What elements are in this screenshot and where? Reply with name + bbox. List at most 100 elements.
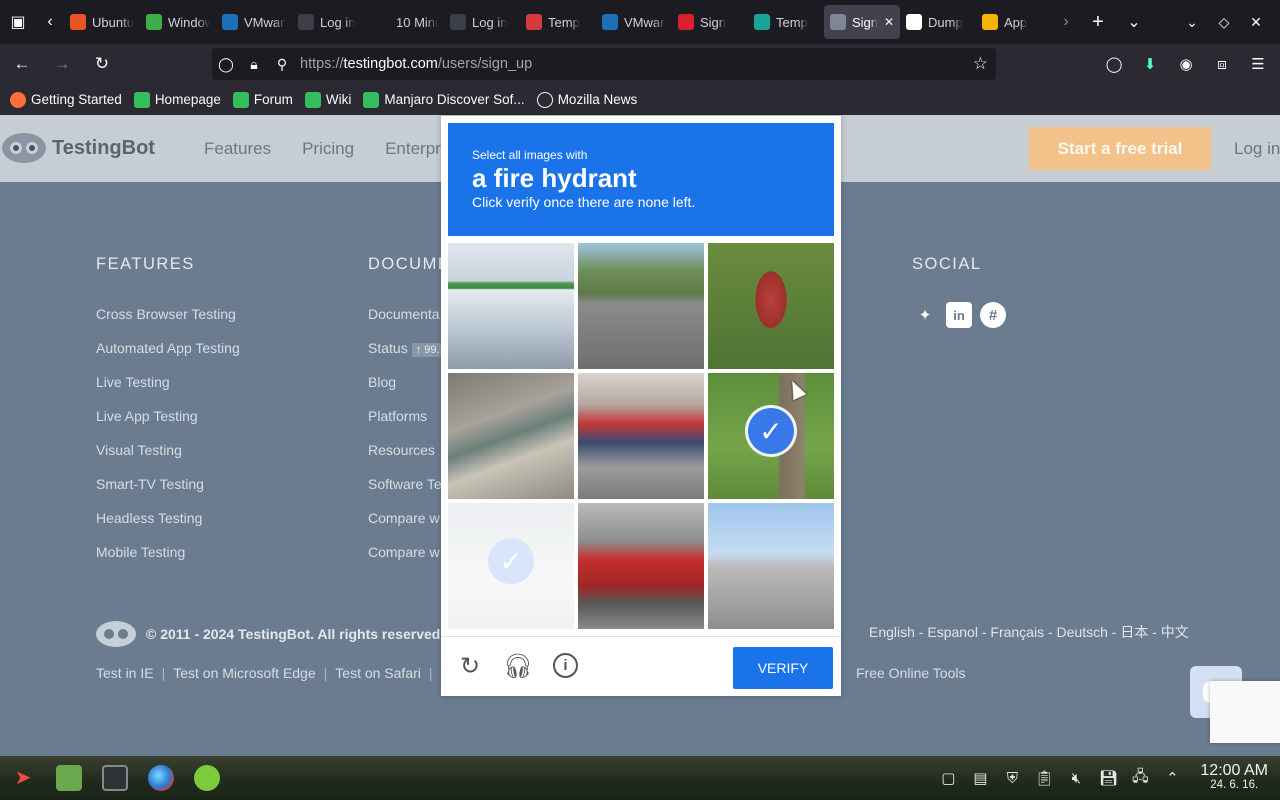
footer-link[interactable]: Mobile Testing (96, 544, 240, 578)
tray-expand-icon[interactable]: ⌃ (1162, 769, 1182, 787)
taskbar-browser[interactable] (138, 756, 184, 800)
downloads-icon[interactable]: ⬇ (1136, 55, 1164, 73)
nav-features[interactable]: Features (204, 139, 271, 159)
save-icon[interactable]: 💾︎ (1098, 769, 1118, 787)
captcha-tile-hydrant-tree[interactable]: ✓ (708, 373, 834, 499)
minimize-icon[interactable]: ⌄ (1178, 14, 1206, 31)
bookmark-star-icon[interactable]: ☆ (973, 54, 988, 74)
footer-link[interactable]: Compare w (368, 510, 450, 544)
browser-tab[interactable]: Log in (292, 5, 368, 39)
footer-link[interactable]: Software Te (368, 476, 450, 510)
browser-tab[interactable]: Temp (520, 5, 596, 39)
tab-overview-icon[interactable]: ▣ (0, 0, 36, 44)
captcha-tile-highway[interactable] (708, 503, 834, 629)
account-icon[interactable]: ◉ (1172, 55, 1200, 73)
browser-tab[interactable]: Dump (900, 5, 976, 39)
login-link[interactable]: Log in (1234, 139, 1280, 159)
scroll-tabs-right-icon[interactable]: › (1052, 0, 1080, 44)
footer-link[interactable]: Headless Testing (96, 510, 240, 544)
browser-tab[interactable]: Windows (140, 5, 216, 39)
browser-tab[interactable]: Temp (748, 5, 824, 39)
footer-bottom-link[interactable]: Test in IE (96, 665, 154, 681)
browser-tab[interactable]: VMware (596, 5, 672, 39)
footer-link[interactable]: Compare w (368, 544, 450, 578)
list-all-tabs-icon[interactable]: ⌄ (1116, 0, 1152, 44)
footer-link[interactable]: Automated App Testing (96, 340, 240, 374)
shield-icon[interactable]: ⛨ (1002, 770, 1022, 787)
forward-button[interactable]: → (44, 44, 80, 84)
footer-bottom-link[interactable]: Test on Microsoft Edge (173, 665, 315, 681)
free-online-tools-link[interactable]: Free Online Tools (856, 665, 965, 681)
permissions-key-icon[interactable]: ⚲ (268, 56, 296, 73)
captcha-tile-people-bicycle[interactable] (578, 373, 704, 499)
volume-muted-icon[interactable]: 🔇︎ (1066, 770, 1086, 787)
bookmark-item[interactable]: Wiki (304, 91, 351, 108)
footer-link[interactable]: Cross Browser Testing (96, 306, 240, 340)
footer-link[interactable]: Smart-TV Testing (96, 476, 240, 510)
browser-tab[interactable]: Log in (444, 5, 520, 39)
show-desktop-icon[interactable]: ▢ (938, 769, 958, 787)
browser-tab[interactable]: VMware (216, 5, 292, 39)
footer-link[interactable]: Resources (368, 442, 450, 476)
new-tab-button[interactable]: + (1080, 0, 1116, 44)
slack-icon[interactable]: # (980, 302, 1006, 328)
clock[interactable]: 12:00 AM 24. 6. 16. (1200, 763, 1268, 793)
footer-link[interactable]: Status ↑ 99. (368, 340, 450, 374)
lock-icon[interactable]: 🔒︎ (240, 56, 268, 73)
audio-challenge-icon[interactable]: 🎧︎ (503, 653, 533, 680)
display-icon[interactable]: ▤ (970, 769, 990, 787)
url-bar[interactable]: ◯ 🔒︎ ⚲ https://testingbot.com/users/sign… (212, 48, 996, 80)
app-launcher-button[interactable]: ➤ (0, 756, 46, 800)
language-links[interactable]: English - Espanol - Français - Deutsch -… (869, 622, 1189, 642)
testingbot-logo[interactable]: TestingBot (2, 133, 155, 163)
reload-button[interactable]: ↻ (84, 44, 120, 84)
twitter-icon[interactable]: ✦ (912, 302, 938, 328)
browser-tab[interactable]: App (976, 5, 1052, 39)
pocket-icon[interactable]: ◯ (1100, 55, 1128, 73)
captcha-tile-balcony[interactable] (448, 373, 574, 499)
nav-enterprise[interactable]: Enterpr (385, 139, 441, 159)
nav-pricing[interactable]: Pricing (302, 139, 354, 159)
tab-bar: ▣ ‹ Ubuntu Windows VMware Log in 10 Minute Lo… (0, 0, 1280, 44)
taskbar-terminal[interactable] (92, 756, 138, 800)
scroll-tabs-left-icon[interactable]: ‹ (36, 0, 64, 44)
bookmark-item[interactable]: Mozilla News (536, 91, 637, 108)
close-tab-icon[interactable]: ✕ (884, 15, 894, 29)
help-info-icon[interactable]: i (553, 653, 578, 678)
captcha-tile-storefront[interactable] (448, 243, 574, 369)
restore-icon[interactable]: ◇ (1210, 14, 1238, 31)
footer-link[interactable]: Live Testing (96, 374, 240, 408)
taskbar-spreadsheet[interactable] (46, 756, 92, 800)
verify-button[interactable]: VERIFY (733, 647, 833, 689)
bookmark-item[interactable]: Getting Started (10, 91, 122, 108)
footer-link[interactable]: Visual Testing (96, 442, 240, 476)
start-free-trial-button[interactable]: Start a free trial (1029, 127, 1211, 170)
captcha-tile-red-rickshaw[interactable] (578, 503, 704, 629)
browser-tab[interactable]: 10 Minute (368, 5, 444, 39)
taskbar-downloader[interactable] (184, 756, 230, 800)
bookmark-item[interactable]: Manjaro Discover Sof... (363, 91, 525, 108)
clipboard-icon[interactable]: 📋︎ (1034, 769, 1054, 787)
back-button[interactable]: ← (4, 44, 40, 84)
footer-link[interactable]: Documenta (368, 306, 450, 340)
url-text[interactable]: https://testingbot.com/users/sign_up (300, 56, 532, 72)
browser-tab[interactable]: Ubuntu (64, 5, 140, 39)
linkedin-icon[interactable]: in (946, 302, 972, 328)
footer-link[interactable]: Platforms (368, 408, 450, 442)
extensions-icon[interactable]: ⧈ (1208, 56, 1236, 73)
captcha-tile-red-hydrant-grass[interactable] (708, 243, 834, 369)
captcha-tile-street-traffic[interactable] (578, 243, 704, 369)
reload-challenge-icon[interactable]: ↻ (457, 653, 483, 680)
footer-link[interactable]: Live App Testing (96, 408, 240, 442)
close-window-icon[interactable]: ✕ (1242, 14, 1270, 31)
bookmark-item[interactable]: Forum (232, 91, 293, 108)
network-icon[interactable]: 🖧︎ (1130, 766, 1150, 791)
browser-tab[interactable]: Sign (672, 5, 748, 39)
menu-icon[interactable]: ☰ (1244, 55, 1272, 73)
captcha-tile-faded-hydrant[interactable]: ✓ (448, 503, 574, 629)
footer-bottom-link[interactable]: Test on Safari (335, 665, 421, 681)
footer-link[interactable]: Blog (368, 374, 450, 408)
tracking-protection-icon[interactable]: ◯ (212, 56, 240, 73)
browser-tab[interactable]: Sign ✕ (824, 5, 900, 39)
bookmark-item[interactable]: Homepage (133, 91, 221, 108)
